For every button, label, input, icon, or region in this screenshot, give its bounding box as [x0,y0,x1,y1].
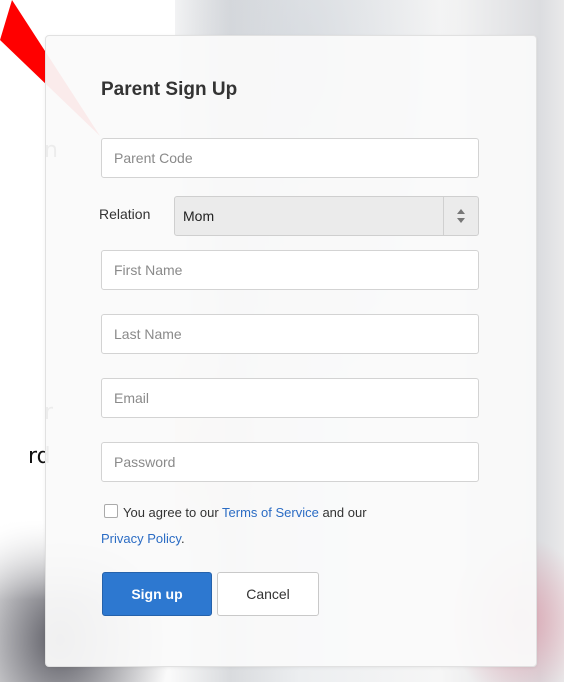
agreement-text: You agree to our Terms of Service and ou… [101,500,461,552]
parent-code-input[interactable] [101,138,479,178]
select-divider [443,197,444,235]
agree-text-middle: and our [318,505,367,520]
password-input[interactable] [101,442,479,482]
relation-selected-value: Mom [183,208,215,224]
privacy-policy-link[interactable]: Privacy Policy [101,531,181,546]
relation-select[interactable]: Mom [174,196,479,236]
sign-up-button[interactable]: Sign up [102,572,212,616]
last-name-input[interactable] [101,314,479,354]
relation-label: Relation [99,206,151,222]
agree-text-after: . [180,531,185,546]
cancel-button[interactable]: Cancel [217,572,319,616]
terms-of-service-link[interactable]: Terms of Service [222,505,319,520]
form-title: Parent Sign Up [101,79,238,100]
agree-text-before: You agree to our [123,505,223,520]
select-updown-icon [457,209,465,223]
signup-card: Parent Sign Up Relation Mom You agree to… [45,35,537,667]
first-name-input[interactable] [101,250,479,290]
email-input[interactable] [101,378,479,418]
